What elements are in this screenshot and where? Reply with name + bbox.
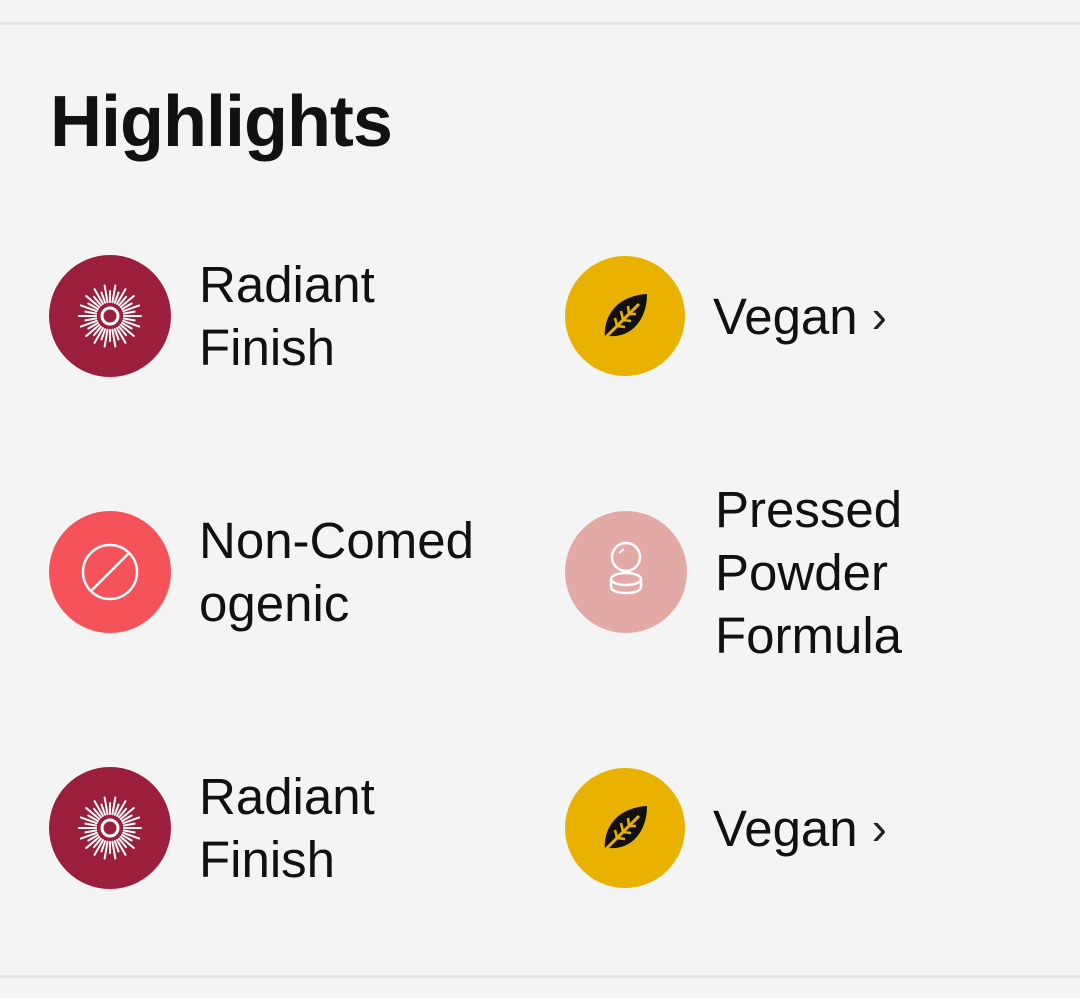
non-comedogenic-icon: [49, 511, 171, 633]
highlight-label: Vegan: [713, 287, 858, 345]
radiant-icon: [49, 255, 171, 377]
top-divider: [0, 22, 1080, 25]
highlight-non-comedogenic: Non-Comed ogenic: [49, 472, 529, 672]
bottom-divider: [0, 975, 1080, 978]
highlights-page: Highlights Radiant Finish Vegan › Non-Co…: [0, 0, 1080, 998]
section-title: Highlights: [50, 82, 393, 162]
highlight-radiant-finish: Radiant Finish: [49, 728, 529, 928]
leaf-icon: [565, 256, 685, 376]
highlight-label: Pressed Powder Formula: [715, 480, 903, 664]
highlight-pressed-powder: Pressed Powder Formula: [565, 472, 1045, 672]
highlight-vegan[interactable]: Vegan ›: [565, 216, 1045, 416]
highlight-label: Non-Comed ogenic: [199, 512, 474, 632]
chevron-right-icon[interactable]: ›: [872, 797, 887, 860]
highlight-label: Radiant Finish: [199, 768, 375, 888]
chevron-right-icon[interactable]: ›: [872, 285, 887, 348]
leaf-icon: [565, 768, 685, 888]
radiant-icon: [49, 767, 171, 889]
highlight-label: Vegan: [713, 799, 858, 857]
pressed-powder-icon: [565, 511, 687, 633]
highlight-label: Radiant Finish: [199, 256, 375, 376]
highlight-radiant-finish: Radiant Finish: [49, 216, 529, 416]
highlight-vegan[interactable]: Vegan ›: [565, 728, 1045, 928]
